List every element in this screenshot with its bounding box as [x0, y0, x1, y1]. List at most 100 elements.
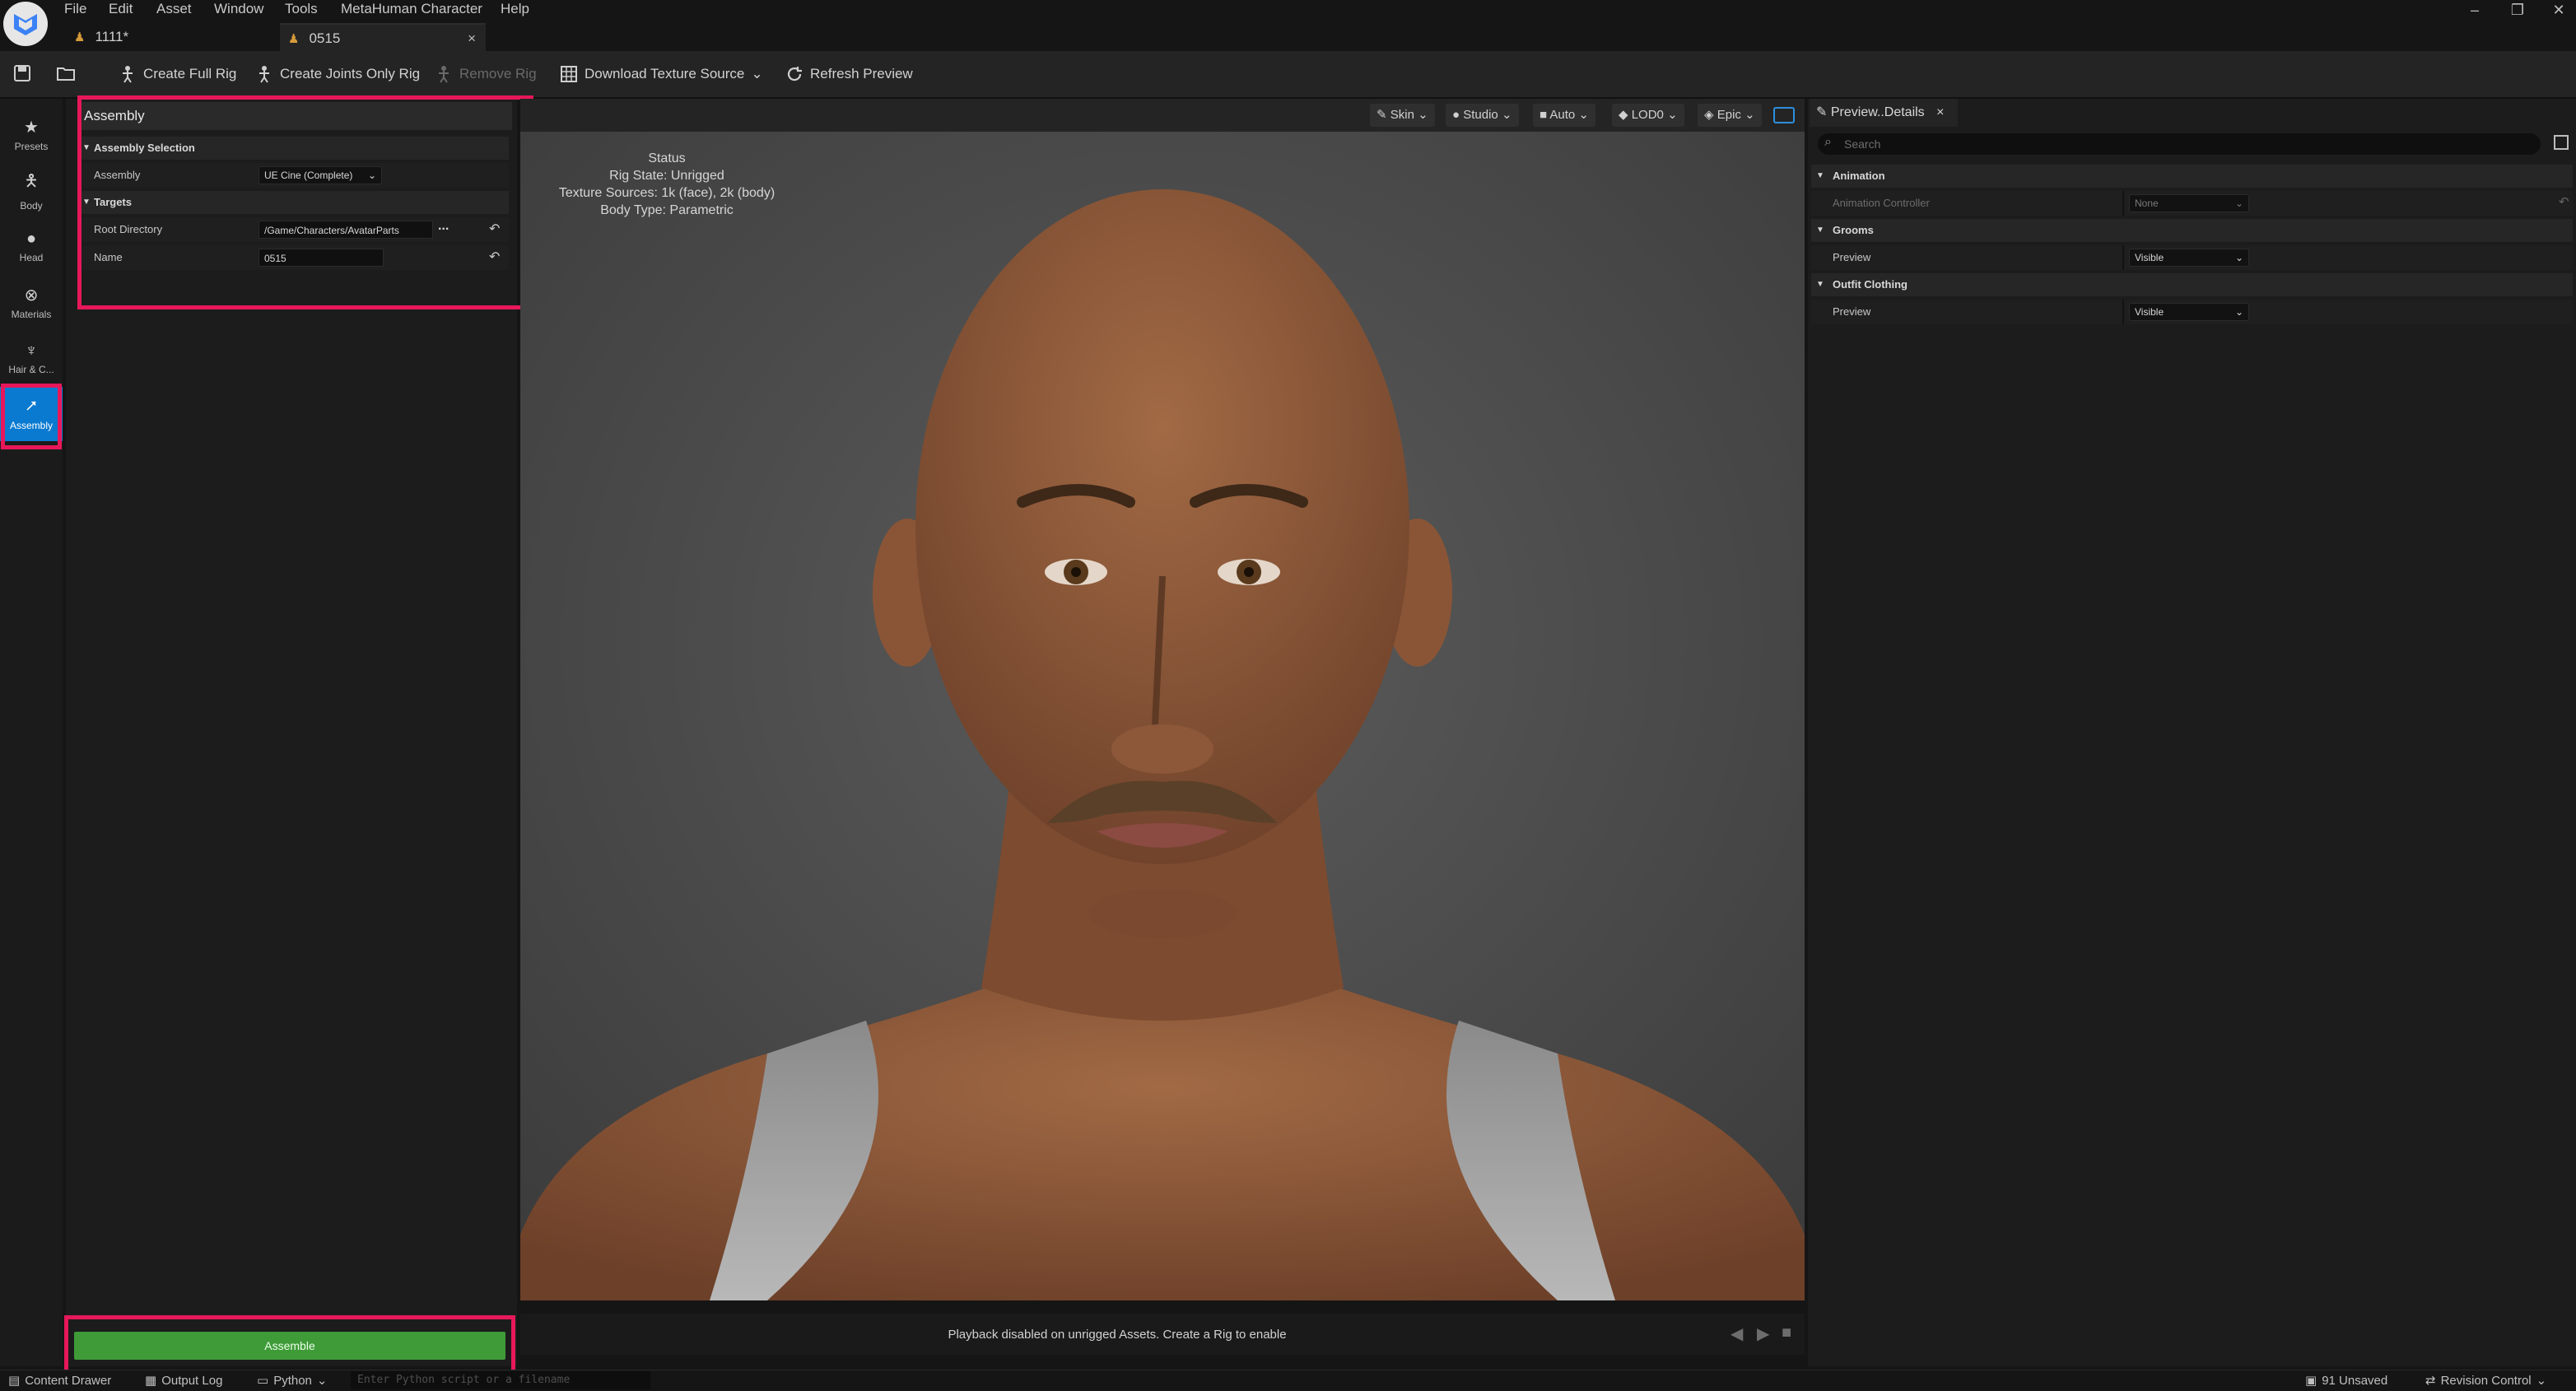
- quality-dropdown[interactable]: ◈ Epic ⌄: [1698, 104, 1762, 127]
- menu-file[interactable]: File: [64, 0, 86, 18]
- menu-help[interactable]: Help: [501, 0, 529, 18]
- remove-rig-button[interactable]: Remove Rig: [435, 63, 537, 86]
- body-type: Body Type: Parametric: [600, 203, 734, 217]
- section-outfit-clothing[interactable]: ▼ Outfit Clothing: [1811, 273, 2573, 296]
- expand-arrow-icon: ▼: [1816, 171, 1824, 180]
- grooms-preview-dropdown[interactable]: Visible ⌄: [2129, 249, 2249, 267]
- character-preview: [520, 99, 1805, 1300]
- reset-arrow-icon[interactable]: ↶: [2559, 194, 2569, 209]
- create-joints-only-rig-button[interactable]: Create Joints Only Rig: [255, 63, 420, 86]
- menu-edit[interactable]: Edit: [109, 0, 133, 18]
- expand-arrow-icon: ▼: [1816, 226, 1824, 235]
- rail-item-head[interactable]: ● Head: [0, 219, 63, 273]
- playback-message: Playback disabled on unrigged Assets. Cr…: [948, 1328, 1287, 1342]
- rail-item-body[interactable]: 🯅 Body: [0, 163, 63, 217]
- menu-asset[interactable]: Asset: [156, 0, 192, 18]
- auto-label: Auto: [1549, 108, 1576, 122]
- chevron-down-icon: ⌄: [2234, 198, 2243, 209]
- character-asset-icon: ♟: [288, 32, 300, 46]
- epic-label: Epic: [1717, 108, 1741, 122]
- tab-0515[interactable]: ♟ 0515 ×: [280, 23, 486, 51]
- light-icon: ●: [1452, 108, 1460, 122]
- menu-tools[interactable]: Tools: [285, 0, 318, 18]
- tab-1111[interactable]: ♟ 1111*: [66, 23, 272, 51]
- hair-icon: ♆: [25, 341, 38, 360]
- column-divider: [2122, 300, 2124, 324]
- revision-control-button[interactable]: ⇄ Revision Control ⌄: [2425, 1373, 2546, 1389]
- python-command-input[interactable]: Enter Python script or a filename: [351, 1371, 650, 1389]
- revision-control-label: Revision Control: [2440, 1374, 2532, 1388]
- download-texture-source-label: Download Texture Source: [585, 66, 745, 81]
- lod-dropdown[interactable]: ◆ LOD0 ⌄: [1612, 104, 1684, 127]
- highlight-rail-assembly: [1, 384, 62, 449]
- app-logo-icon[interactable]: [3, 2, 48, 46]
- column-divider: [2122, 191, 2124, 216]
- content-drawer-button[interactable]: ▤ Content Drawer: [8, 1373, 111, 1389]
- menu-metahuman-character[interactable]: MetaHuman Character: [341, 0, 482, 18]
- rail-label: Presets: [14, 140, 49, 152]
- close-window-button[interactable]: ✕: [2542, 0, 2575, 20]
- settings-grid-icon[interactable]: [2554, 135, 2569, 150]
- performance-toggle-icon[interactable]: [1773, 107, 1795, 123]
- browse-folder-icon[interactable]: [54, 63, 77, 84]
- character-asset-icon: ♟: [74, 30, 86, 44]
- texture-icon: [561, 66, 577, 82]
- studio-label: Studio: [1463, 108, 1498, 122]
- highlight-assembly-settings: [77, 95, 533, 309]
- section-header-label: Animation: [1833, 170, 1885, 182]
- rail-label: Materials: [11, 308, 52, 320]
- section-animation[interactable]: ▼ Animation: [1811, 165, 2573, 188]
- rail-item-hair[interactable]: ♆ Hair & C...: [0, 331, 63, 385]
- minimize-button[interactable]: –: [2458, 0, 2491, 20]
- details-tab[interactable]: ✎ Preview..Details ×: [1810, 99, 1958, 127]
- unsaved-button[interactable]: ▣ 91 Unsaved: [2305, 1373, 2387, 1389]
- create-full-rig-button[interactable]: Create Full Rig: [119, 63, 236, 86]
- studio-dropdown[interactable]: ● Studio ⌄: [1446, 104, 1519, 127]
- auto-camera-dropdown[interactable]: ■ Auto ⌄: [1533, 104, 1596, 127]
- tab-label: 1111*: [95, 29, 129, 44]
- skin-dropdown[interactable]: ✎ Skin ⌄: [1370, 104, 1435, 127]
- menu-window[interactable]: Window: [214, 0, 263, 18]
- tab-close-icon[interactable]: ×: [468, 25, 476, 53]
- restore-button[interactable]: ❐: [2501, 0, 2534, 20]
- section-grooms[interactable]: ▼ Grooms: [1811, 219, 2573, 242]
- tab-close-icon[interactable]: ×: [1936, 105, 1944, 119]
- property-label: Preview: [1833, 305, 1871, 318]
- property-label: Preview: [1833, 251, 1871, 263]
- stop-icon[interactable]: ■: [1782, 1324, 1791, 1342]
- chevron-down-icon: ⌄: [2536, 1374, 2547, 1388]
- property-label: Animation Controller: [1833, 197, 1930, 209]
- camera-icon: ■: [1540, 108, 1548, 122]
- expand-arrow-icon: ▼: [1816, 280, 1824, 289]
- skin-label: Skin: [1390, 108, 1414, 122]
- rail-item-presets[interactable]: ★ Presets: [0, 107, 63, 161]
- save-icon[interactable]: [12, 63, 33, 84]
- outfit-preview-dropdown[interactable]: Visible ⌄: [2129, 303, 2249, 321]
- star-icon: ★: [24, 118, 39, 137]
- lod-icon: ◆: [1619, 108, 1628, 122]
- rail-item-materials[interactable]: ⊗ Materials: [0, 275, 63, 329]
- rail-label: Body: [20, 200, 43, 212]
- output-log-button[interactable]: ▦ Output Log: [145, 1373, 222, 1389]
- content-drawer-label: Content Drawer: [25, 1374, 112, 1388]
- create-joints-only-rig-label: Create Joints Only Rig: [280, 66, 421, 81]
- search-icon: ⌕: [1824, 135, 1832, 149]
- viewport[interactable]: [520, 99, 1805, 1300]
- chevron-down-icon: ⌄: [2234, 252, 2243, 263]
- output-log-label: Output Log: [161, 1374, 223, 1388]
- body-icon: 🯅: [24, 172, 39, 190]
- status-title: Status: [648, 151, 686, 165]
- animation-controller-dropdown[interactable]: None ⌄: [2129, 194, 2249, 212]
- create-full-rig-label: Create Full Rig: [143, 66, 237, 81]
- details-search-input[interactable]: Search: [1818, 133, 2541, 155]
- rig-icon: [123, 66, 133, 83]
- brush-icon: ✎: [1377, 108, 1387, 122]
- column-divider: [2122, 245, 2124, 270]
- play-icon[interactable]: ▶: [1757, 1324, 1769, 1344]
- step-back-icon[interactable]: ◀: [1731, 1324, 1743, 1344]
- python-console-dropdown[interactable]: ▭ Python ⌄: [257, 1373, 327, 1389]
- refresh-preview-button[interactable]: Refresh Preview: [785, 63, 913, 86]
- dropdown-value: None: [2135, 198, 2159, 209]
- section-header-label: Grooms: [1833, 224, 1874, 236]
- download-texture-source-button[interactable]: Download Texture Source ⌄: [560, 63, 763, 86]
